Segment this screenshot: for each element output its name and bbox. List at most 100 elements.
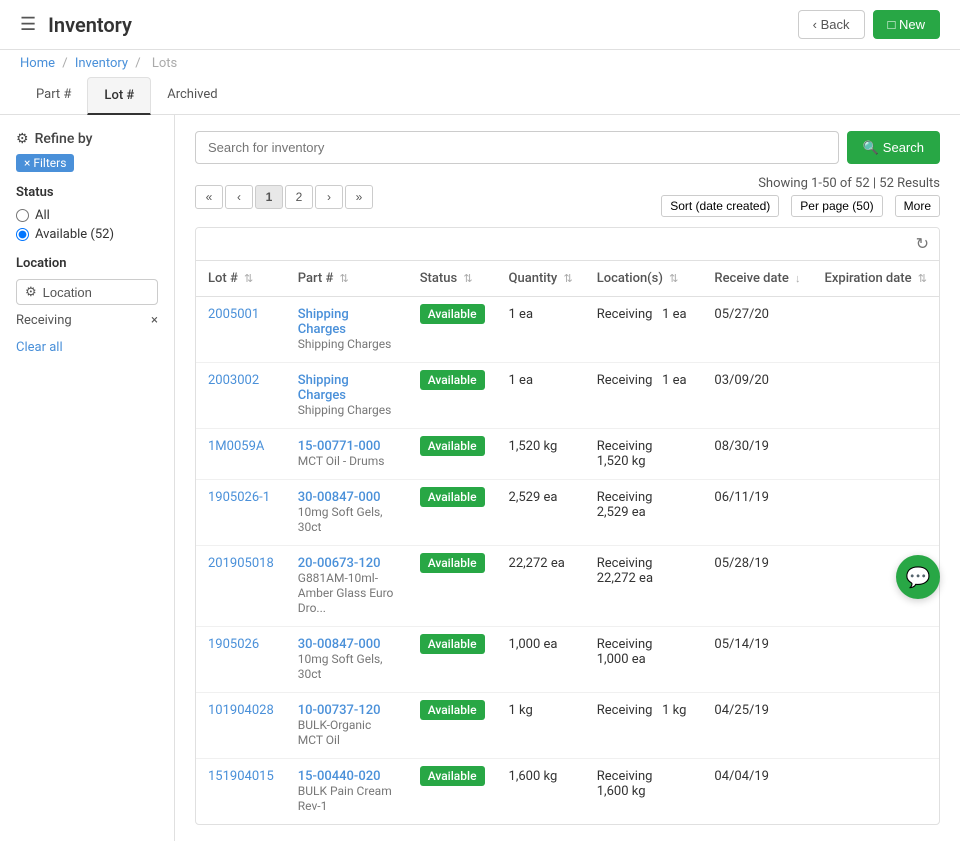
search-button-label: Search <box>883 140 924 155</box>
quantity-sort-icon[interactable]: ⇅ <box>564 272 573 285</box>
lot-link-4[interactable]: 201905018 <box>208 556 274 571</box>
chat-bubble[interactable]: 💬 <box>896 555 940 599</box>
tab-archived[interactable]: Archived <box>151 77 233 115</box>
table-row: 1905026 30-00847-000 10mg Soft Gels, 30c… <box>196 627 939 693</box>
page-2-button[interactable]: 2 <box>285 185 313 209</box>
exp-sort-icon[interactable]: ⇅ <box>918 272 927 285</box>
sort-controls: Sort (date created) Per page (50) More <box>661 195 940 217</box>
status-all-option[interactable]: All <box>16 208 158 223</box>
search-bar: 🔍 Search <box>195 131 940 164</box>
status-badge-5: Available <box>420 634 485 654</box>
part-link-2[interactable]: 15-00771-000 <box>298 439 396 454</box>
part-link-0[interactable]: Shipping Charges <box>298 307 396 337</box>
new-button[interactable]: □ New <box>873 10 940 39</box>
cell-status-4: Available <box>408 546 497 627</box>
col-lot: Lot # ⇅ <box>196 261 286 297</box>
location-button-label: Location <box>43 285 92 300</box>
lot-link-5[interactable]: 1905026 <box>208 637 259 652</box>
lot-sort-icon[interactable]: ⇅ <box>244 272 253 285</box>
cell-location-1: Receiving 1 ea <box>585 363 703 429</box>
breadcrumb-home[interactable]: Home <box>20 56 55 71</box>
status-radio-group: All Available (52) <box>16 208 158 242</box>
status-sort-icon[interactable]: ⇅ <box>463 272 472 285</box>
part-link-5[interactable]: 30-00847-000 <box>298 637 396 652</box>
status-all-radio[interactable] <box>16 209 29 222</box>
breadcrumb-sep1: / <box>62 56 67 71</box>
lot-link-3[interactable]: 1905026-1 <box>208 490 270 505</box>
status-title: Status <box>16 185 158 200</box>
cell-receive-date-0: 05/27/20 <box>702 297 812 363</box>
refresh-button[interactable]: ↻ <box>916 234 929 254</box>
cell-part-0: Shipping Charges Shipping Charges <box>286 297 408 363</box>
lot-link-0[interactable]: 2005001 <box>208 307 259 322</box>
cell-receive-date-7: 04/04/19 <box>702 759 812 825</box>
location-section: Location ⚙ Location <box>16 256 158 305</box>
part-sub-7: BULK Pain Cream Rev-1 <box>298 784 392 813</box>
funnel-icon: ⚙ <box>25 284 37 300</box>
per-page-button[interactable]: Per page (50) <box>791 195 882 217</box>
status-badge-0: Available <box>420 304 485 324</box>
cell-location-2: Receiving 1,520 kg <box>585 429 703 480</box>
col-locations: Location(s) ⇅ <box>585 261 703 297</box>
header-left: ☰ Inventory <box>20 13 132 37</box>
page-first-button[interactable]: « <box>195 185 223 209</box>
table-row: 151904015 15-00440-020 BULK Pain Cream R… <box>196 759 939 825</box>
status-available-label: Available (52) <box>35 227 114 242</box>
sort-button[interactable]: Sort (date created) <box>661 195 779 217</box>
status-available-option[interactable]: Available (52) <box>16 227 158 242</box>
table-row: 1M0059A 15-00771-000 MCT Oil - Drums Ava… <box>196 429 939 480</box>
part-link-1[interactable]: Shipping Charges <box>298 373 396 403</box>
tab-lot[interactable]: Lot # <box>87 77 151 115</box>
cell-status-0: Available <box>408 297 497 363</box>
clear-all-link[interactable]: Clear all <box>16 340 158 355</box>
part-sub-6: BULK-Organic MCT Oil <box>298 718 372 747</box>
page-last-button[interactable]: » <box>345 185 373 209</box>
receiving-close-icon[interactable]: × <box>151 313 158 328</box>
col-status: Status ⇅ <box>408 261 497 297</box>
part-link-6[interactable]: 10-00737-120 <box>298 703 396 718</box>
search-button[interactable]: 🔍 Search <box>847 131 940 164</box>
search-input[interactable] <box>195 131 839 164</box>
part-link-3[interactable]: 30-00847-000 <box>298 490 396 505</box>
hamburger-icon[interactable]: ☰ <box>20 14 36 35</box>
pagination-info: Showing 1-50 of 52 | 52 Results <box>661 176 940 191</box>
search-icon: 🔍 <box>863 140 879 156</box>
receiving-tag: Receiving × <box>16 313 158 328</box>
receive-sort-icon[interactable]: ↓ <box>795 272 801 285</box>
header-actions: ‹ Back □ New <box>798 10 940 39</box>
table-row: 1905026-1 30-00847-000 10mg Soft Gels, 3… <box>196 480 939 546</box>
cell-lot-0: 2005001 <box>196 297 286 363</box>
status-section: Status All Available (52) <box>16 185 158 242</box>
locations-sort-icon[interactable]: ⇅ <box>669 272 678 285</box>
pagination-right: Showing 1-50 of 52 | 52 Results Sort (da… <box>661 176 940 217</box>
tab-part[interactable]: Part # <box>20 77 87 115</box>
table-row: 2005001 Shipping Charges Shipping Charge… <box>196 297 939 363</box>
part-link-4[interactable]: 20-00673-120 <box>298 556 396 571</box>
lot-link-2[interactable]: 1M0059A <box>208 439 264 454</box>
cell-exp-date-6 <box>813 693 939 759</box>
lot-link-7[interactable]: 151904015 <box>208 769 274 784</box>
lot-link-6[interactable]: 101904028 <box>208 703 274 718</box>
cell-exp-date-3 <box>813 480 939 546</box>
more-button[interactable]: More <box>895 195 940 217</box>
cell-exp-date-0 <box>813 297 939 363</box>
lot-link-1[interactable]: 2003002 <box>208 373 259 388</box>
pagination-bar-top: « ‹ 1 2 › » Showing 1-50 of 52 | 52 Resu… <box>195 176 940 217</box>
cell-quantity-4: 22,272 ea <box>497 546 585 627</box>
cell-status-7: Available <box>408 759 497 825</box>
back-button[interactable]: ‹ Back <box>798 10 865 39</box>
part-sort-icon[interactable]: ⇅ <box>340 272 349 285</box>
page-1-button[interactable]: 1 <box>255 185 283 209</box>
breadcrumb-inventory[interactable]: Inventory <box>75 56 128 71</box>
filters-badge[interactable]: × Filters <box>16 154 74 172</box>
page-prev-button[interactable]: ‹ <box>225 185 253 209</box>
status-available-radio[interactable] <box>16 228 29 241</box>
part-sub-4: G881AM-10ml-Amber Glass Euro Dro... <box>298 571 394 615</box>
page-next-button[interactable]: › <box>315 185 343 209</box>
location-filter-button[interactable]: ⚙ Location <box>16 279 158 305</box>
header: ☰ Inventory ‹ Back □ New <box>0 0 960 50</box>
part-link-7[interactable]: 15-00440-020 <box>298 769 396 784</box>
cell-quantity-2: 1,520 kg <box>497 429 585 480</box>
cell-lot-6: 101904028 <box>196 693 286 759</box>
cell-exp-date-5 <box>813 627 939 693</box>
